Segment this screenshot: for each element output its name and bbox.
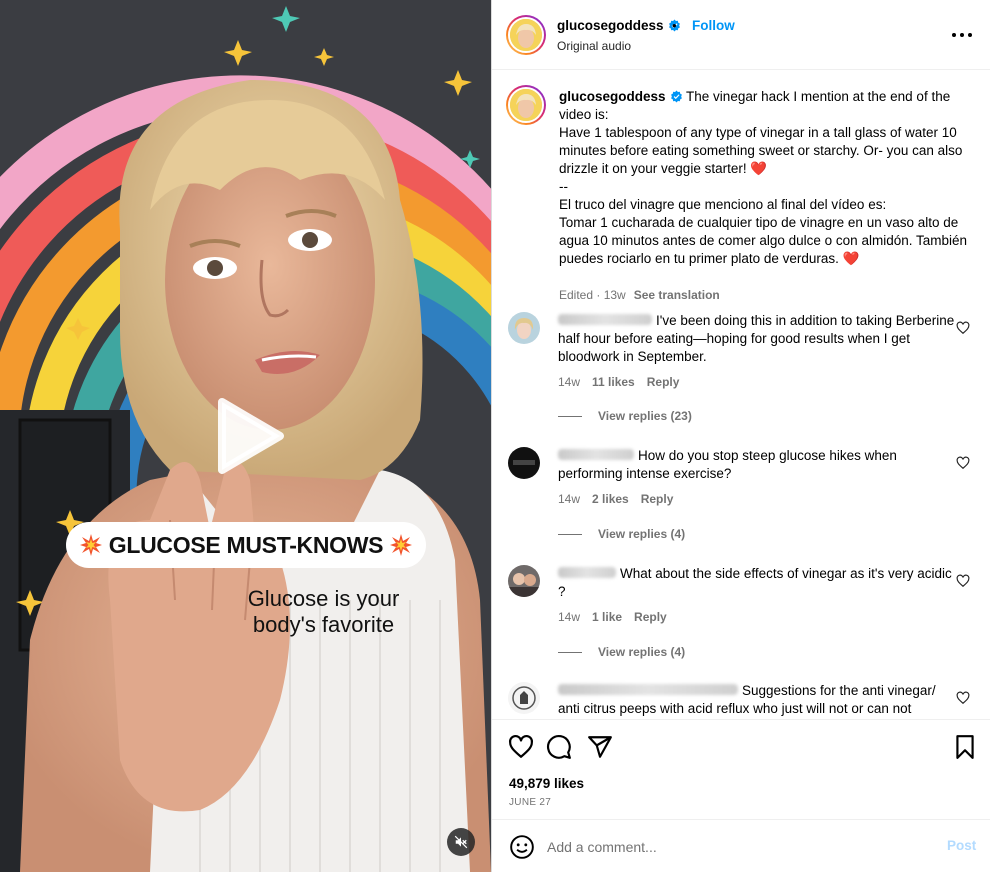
save-bookmark-icon[interactable] [952,734,978,760]
see-translation-link[interactable]: See translation [634,288,720,302]
share-send-icon[interactable] [587,734,613,760]
view-replies-button[interactable]: View replies (4) [558,645,685,659]
commenter-avatar[interactable] [508,682,540,714]
comment-text-block: What about the side effects of vinegar a… [558,565,958,601]
comment-text-block: Suggestions for the anti vinegar/ anti c… [558,682,958,718]
comment-bubble-icon[interactable] [546,734,572,760]
caption-meta: Edited · 13w See translation [559,288,720,302]
commenter-avatar-image [508,565,540,597]
author-avatar-image [510,19,542,51]
view-replies-button[interactable]: View replies (23) [558,409,692,423]
instagram-post-modal: GLUCOSE MUST-KNOWS Glucose is your body'… [0,0,990,872]
verified-badge-icon [670,90,682,103]
replies-line [558,651,582,653]
comment-reply-button[interactable]: Reply [647,375,680,389]
commenter-avatar[interactable] [508,565,540,597]
video-subtitle: Glucose is your body's favorite [236,586,411,638]
collision-emoji-icon [390,534,413,556]
comments-list[interactable]: glucosegoddess The vinegar hack I mentio… [492,71,990,719]
view-replies-label: View replies (23) [598,409,692,423]
commenter-username-blurred[interactable] [558,567,616,578]
post-date[interactable]: JUNE 27 [509,797,551,808]
comment-text: What about the side effects of vinegar a… [558,566,952,599]
commenter-avatar[interactable] [508,312,540,344]
collision-emoji-icon [79,534,102,556]
comment-likes[interactable]: 1 like [592,610,622,624]
comment-like-heart-icon[interactable] [956,574,970,588]
commenter-username-blurred[interactable] [558,314,652,325]
speaker-muted-icon [454,835,468,849]
view-replies-button[interactable]: View replies (4) [558,527,685,541]
commenter-username-blurred[interactable] [558,684,738,695]
author-avatar[interactable] [506,15,546,55]
view-replies-label: View replies (4) [598,645,686,659]
video-subtitle-line: body's favorite [252,612,395,637]
comment-likes[interactable]: 11 likes [592,375,635,389]
post-panel: glucosegoddess • Follow Original audio g… [492,0,990,872]
more-options-icon[interactable] [950,24,974,46]
post-comment-button[interactable]: Post [947,838,976,853]
commenter-avatar-image [508,682,540,714]
replies-line [558,533,582,535]
comment-time: 14w [558,610,581,624]
audio-label[interactable]: Original audio [557,39,631,53]
likes-count[interactable]: 49,879 likes [509,776,584,791]
view-replies-label: View replies (4) [598,527,686,541]
video-caption-text: GLUCOSE MUST-KNOWS [108,531,384,558]
mute-button[interactable] [447,828,475,856]
comment-like-heart-icon[interactable] [956,321,970,335]
author-avatar-image [510,89,542,121]
comment-like-heart-icon[interactable] [956,691,970,705]
caption-text-block: glucosegoddess The vinegar hack I mentio… [559,88,974,268]
video-caption-pill: GLUCOSE MUST-KNOWS [66,522,426,568]
comment-reply-button[interactable]: Reply [634,610,667,624]
comment-meta: 14w 11 likes Reply [558,375,679,389]
post-actions: 49,879 likes JUNE 27 [492,719,990,819]
replies-line [558,415,582,417]
caption-edited-time: Edited · 13w [559,288,626,302]
caption-username[interactable]: glucosegoddess [559,89,666,104]
comment-time: 14w [558,375,581,389]
video-subtitle-line: Glucose is your [247,586,400,611]
comment-input[interactable] [547,832,927,862]
comment-likes[interactable]: 2 likes [592,492,629,506]
caption-author-avatar[interactable] [506,85,546,125]
comment-like-heart-icon[interactable] [956,456,970,470]
play-icon [218,398,284,474]
comment-time: 14w [558,492,581,506]
commenter-avatar-image [508,447,540,479]
comment-text-block: I've been doing this in addition to taki… [558,312,958,366]
author-username-row: glucosegoddess [557,18,681,33]
comment-text-block: How do you stop steep glucose hikes when… [558,447,958,483]
video-player[interactable]: GLUCOSE MUST-KNOWS Glucose is your body'… [0,0,491,872]
comment-meta: 14w 2 likes Reply [558,492,673,506]
play-button[interactable] [210,396,290,476]
comment-meta: 14w 1 like Reply [558,610,667,624]
commenter-username-blurred[interactable] [558,449,634,460]
add-comment-bar: Post [492,819,990,872]
commenter-avatar-image [508,312,540,344]
comment-reply-button[interactable]: Reply [641,492,674,506]
commenter-avatar[interactable] [508,447,540,479]
like-heart-icon[interactable] [508,734,534,760]
header-separator: • [672,18,677,33]
caption-text: The vinegar hack I mention at the end of… [559,89,968,266]
emoji-picker-icon[interactable] [509,834,535,860]
author-username[interactable]: glucosegoddess [557,18,664,33]
follow-button[interactable]: Follow [692,18,735,33]
post-header: glucosegoddess • Follow Original audio [492,0,990,70]
